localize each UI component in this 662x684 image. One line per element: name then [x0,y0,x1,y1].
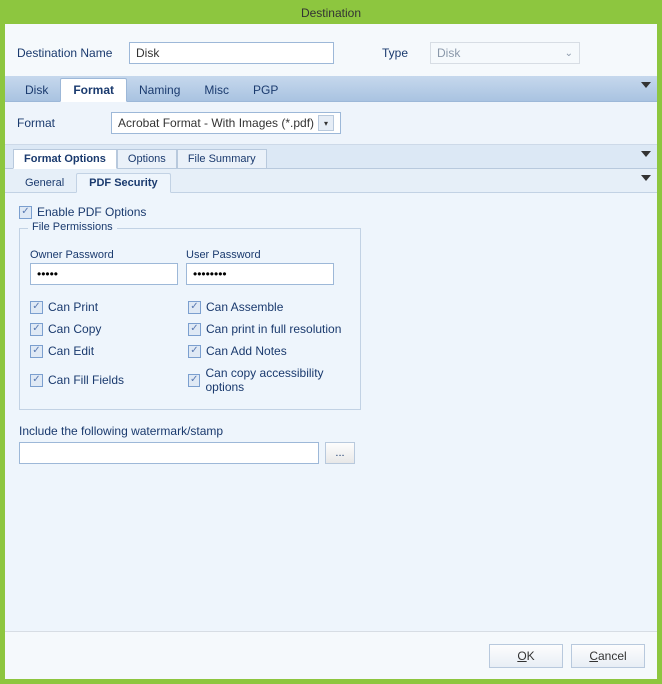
titlebar: Destination [5,2,657,24]
perm-can-add-notes[interactable]: Can Add Notes [188,344,358,358]
innertab-overflow-icon[interactable] [641,175,651,181]
perm-can-print-full-res[interactable]: Can print in full resolution [188,322,358,336]
perm-can-copy[interactable]: Can Copy [30,322,180,336]
type-select-value: Disk [437,46,460,60]
tab-options[interactable]: Options [117,149,177,168]
perm-can-copy-accessibility[interactable]: Can copy accessibility options [188,366,358,394]
owner-password-input[interactable] [30,263,178,285]
permissions-grid: Can Print Can Assemble Can Copy Can prin… [30,299,350,395]
enable-pdf-options-checkbox[interactable] [19,206,32,219]
checkbox-icon[interactable] [30,374,43,387]
chevron-down-icon: ▾ [318,115,334,131]
tab-file-summary[interactable]: File Summary [177,149,267,168]
user-password-input[interactable] [186,263,334,285]
checkbox-icon[interactable] [188,374,200,387]
format-combo[interactable]: Acrobat Format - With Images (*.pdf) ▾ [111,112,341,134]
tab-format-options[interactable]: Format Options [13,149,117,169]
watermark-input[interactable] [19,442,319,464]
perm-can-assemble[interactable]: Can Assemble [188,300,358,314]
watermark-label: Include the following watermark/stamp [19,424,643,438]
checkbox-icon[interactable] [188,323,201,336]
perm-can-fill-fields[interactable]: Can Fill Fields [30,366,180,394]
destination-name-input[interactable] [129,42,334,64]
content-area: Destination Name Type Disk ⌄ Disk Format… [5,24,657,679]
owner-password-col: Owner Password [30,249,178,285]
type-select[interactable]: Disk ⌄ [430,42,580,64]
checkbox-icon[interactable] [188,301,201,314]
main-tabbar: Disk Format Naming Misc PGP [5,76,657,102]
dialog-footer: OK Cancel [5,631,657,679]
tab-format[interactable]: Format [60,78,127,102]
watermark-block: Include the following watermark/stamp ..… [19,424,643,464]
watermark-row: ... [19,442,643,464]
format-combo-value: Acrobat Format - With Images (*.pdf) [118,116,314,130]
owner-password-label: Owner Password [30,249,178,261]
type-label: Type [382,46,422,60]
destination-dialog: Destination Destination Name Type Disk ⌄… [0,0,662,684]
enable-pdf-options-row[interactable]: Enable PDF Options [19,205,146,219]
tab-disk[interactable]: Disk [13,79,60,101]
user-password-label: User Password [186,249,334,261]
tabbar-overflow-icon[interactable] [641,82,651,88]
subtab-overflow-icon[interactable] [641,151,651,157]
top-row: Destination Name Type Disk ⌄ [5,24,657,76]
perm-can-edit[interactable]: Can Edit [30,344,180,358]
checkbox-icon[interactable] [30,301,43,314]
format-row: Format Acrobat Format - With Images (*.p… [5,102,657,145]
window-title: Destination [301,6,361,20]
tab-misc[interactable]: Misc [192,79,241,101]
cancel-button[interactable]: Cancel [571,644,645,668]
perm-can-print[interactable]: Can Print [30,300,180,314]
tab-naming[interactable]: Naming [127,79,192,101]
sub-tabbar: Format Options Options File Summary [5,145,657,169]
password-row: Owner Password User Password [30,249,350,285]
format-label: Format [17,116,103,130]
tab-pgp[interactable]: PGP [241,79,290,101]
tab-general[interactable]: General [13,174,76,192]
destination-name-label: Destination Name [17,46,121,60]
pdf-security-panel: Enable PDF Options File Permissions Owne… [5,193,657,631]
checkbox-icon[interactable] [30,345,43,358]
checkbox-icon[interactable] [30,323,43,336]
inner-tabbar: General PDF Security [5,169,657,193]
enable-pdf-options-label: Enable PDF Options [37,205,146,219]
watermark-browse-button[interactable]: ... [325,442,355,464]
ok-button[interactable]: OK [489,644,563,668]
file-permissions-fieldset: File Permissions Owner Password User Pas… [19,228,361,410]
chevron-down-icon: ⌄ [565,48,573,59]
user-password-col: User Password [186,249,334,285]
checkbox-icon[interactable] [188,345,201,358]
tab-pdf-security[interactable]: PDF Security [76,173,170,193]
file-permissions-legend: File Permissions [28,221,117,233]
